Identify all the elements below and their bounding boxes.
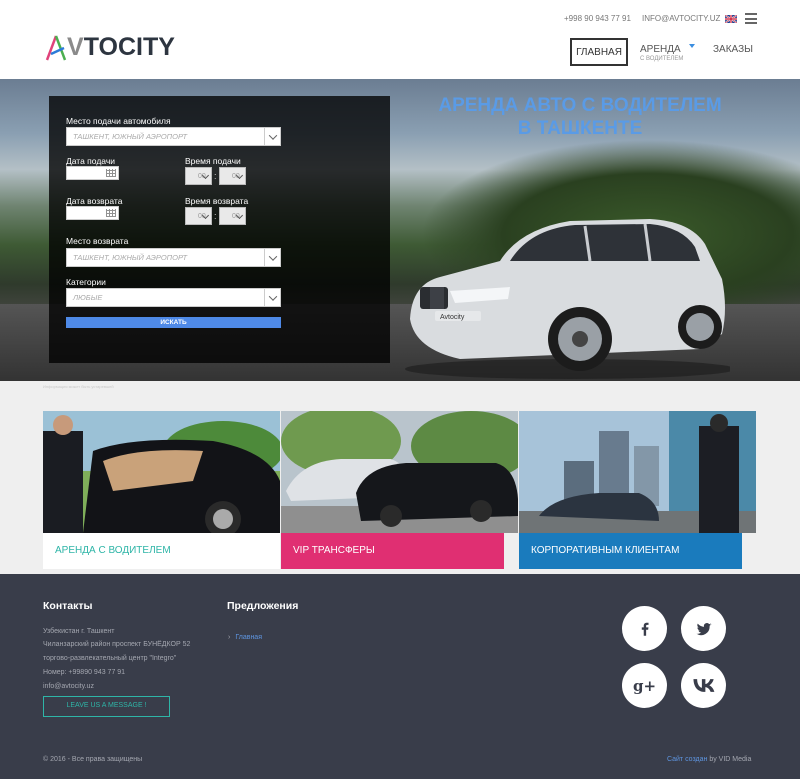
nav-rent-sub: С ВОДИТЕЛЕМ — [640, 56, 684, 62]
chevron-down-icon — [264, 249, 280, 266]
chevron-down-icon — [264, 289, 280, 306]
footer-offers-title: Предложения — [227, 600, 299, 612]
category-select[interactable]: ЛЮБЫЕ — [66, 288, 281, 307]
twitter-icon[interactable] — [681, 606, 726, 651]
footer-address1: Узбекистан г. Ташкент — [43, 628, 115, 635]
footer-address2: Чиланзарский район проспект БУНЁДКОР 52 — [43, 641, 191, 648]
hero-car-image: Avtocity — [405, 219, 730, 379]
service-label-driver: АРЕНДА С ВОДИТЕЛЕМ — [43, 533, 266, 569]
pickup-date-label: Дата подачи — [66, 156, 116, 166]
service-label-corporate: КОРПОРАТИВНЫМ КЛИЕНТАМ — [519, 533, 742, 569]
return-date-label: Дата возврата — [66, 196, 123, 206]
menu-icon[interactable] — [745, 13, 757, 24]
footer-made-by: Сайт создан by VID Media — [667, 756, 751, 763]
hero-title: АРЕНДА АВТО С ВОДИТЕЛЕМ В ТАШКЕНТЕ — [420, 94, 740, 140]
return-minute-select[interactable]: 00 — [219, 207, 246, 225]
return-date-input[interactable] — [66, 206, 119, 220]
pickup-value: ТАШКЕНТ, ЮЖНЫЙ АЭРОПОРТ — [73, 132, 188, 141]
made-by-text: by VID Media — [707, 756, 752, 763]
service-card-driver[interactable]: АРЕНДА С ВОДИТЕЛЕМ — [43, 411, 280, 569]
leave-message-button[interactable]: LEAVE US A MESSAGE ! — [43, 696, 170, 717]
hero-note: Информация может быть устаревшей — [43, 384, 114, 389]
footer — [0, 574, 800, 779]
header-email[interactable]: INFO@AVTOCITY.UZ — [642, 14, 720, 23]
header-phone[interactable]: +998 90 943 77 91 — [564, 14, 631, 23]
service-image-corporate — [519, 411, 756, 533]
logo-text-part1: V — [67, 33, 84, 61]
hero-title-line1: АРЕНДА АВТО С ВОДИТЕЛЕМ — [438, 95, 722, 116]
facebook-icon[interactable] — [622, 606, 667, 651]
nav-home[interactable]: ГЛАВНАЯ — [570, 38, 628, 66]
chevron-down-icon — [264, 128, 280, 145]
logo[interactable]: V TOCITY — [45, 30, 175, 64]
pickup-select[interactable]: ТАШКЕНТ, ЮЖНЫЙ АЭРОПОРТ — [66, 127, 281, 146]
pickup-label: Место подачи автомобиля — [66, 116, 171, 126]
pickup-hour-select[interactable]: 00 — [185, 167, 212, 185]
footer-contacts-title: Контакты — [43, 600, 93, 612]
pickup-date-input[interactable] — [66, 166, 119, 180]
return-place-label: Место возврата — [66, 236, 129, 246]
googleplus-icon[interactable]: g+ — [622, 663, 667, 708]
calendar-icon[interactable] — [106, 169, 116, 177]
logo-text-part2: TOCITY — [83, 33, 175, 61]
return-place-select[interactable]: ТАШКЕНТ, ЮЖНЫЙ АЭРОПОРТ — [66, 248, 281, 267]
footer-email[interactable]: info@avtocity.uz — [43, 683, 94, 690]
uk-flag-icon[interactable] — [725, 15, 737, 23]
nav-rent-label: АРЕНДА — [640, 44, 681, 55]
time-separator: : — [214, 211, 217, 221]
made-by-link[interactable]: Сайт создан — [667, 756, 707, 763]
service-label-vip: VIP ТРАНСФЕРЫ — [281, 533, 504, 569]
nav-orders[interactable]: ЗАКАЗЫ — [713, 44, 753, 55]
category-label: Категории — [66, 277, 106, 287]
search-button[interactable]: ИСКАТЬ — [66, 317, 281, 328]
chevron-down-icon[interactable] — [689, 44, 695, 48]
return-hour-select[interactable]: 00 — [185, 207, 212, 225]
vk-icon[interactable] — [681, 663, 726, 708]
footer-copyright: © 2016 - Все права защищены — [43, 756, 143, 763]
pickup-time-label: Время подачи — [185, 156, 241, 166]
return-time-label: Время возврата — [185, 196, 249, 206]
service-image-driver — [43, 411, 280, 533]
pickup-minute-select[interactable]: 00 — [219, 167, 246, 185]
service-card-vip[interactable]: VIP ТРАНСФЕРЫ — [281, 411, 518, 569]
footer-address3: торгово-развлекательный центр "Integro" — [43, 655, 177, 662]
time-separator: : — [214, 171, 217, 181]
calendar-icon[interactable] — [106, 209, 116, 217]
logo-triangle-icon — [45, 35, 67, 61]
header: V TOCITY +998 90 943 77 91 INFO@AVTOCITY… — [0, 0, 800, 79]
service-image-vip — [281, 411, 518, 533]
hero-title-line2: В ТАШКЕНТЕ — [517, 118, 643, 139]
service-card-corporate[interactable]: КОРПОРАТИВНЫМ КЛИЕНТАМ — [519, 411, 756, 569]
return-place-value: ТАШКЕНТ, ЮЖНЫЙ АЭРОПОРТ — [73, 253, 188, 262]
car-plate: Avtocity — [440, 314, 465, 321]
category-value: ЛЮБЫЕ — [73, 293, 103, 302]
footer-phone: Номер: +99890 943 77 91 — [43, 669, 126, 676]
footer-offer-link[interactable]: Главная — [228, 634, 262, 641]
nav-rent[interactable]: АРЕНДА С ВОДИТЕЛЕМ — [640, 44, 683, 62]
